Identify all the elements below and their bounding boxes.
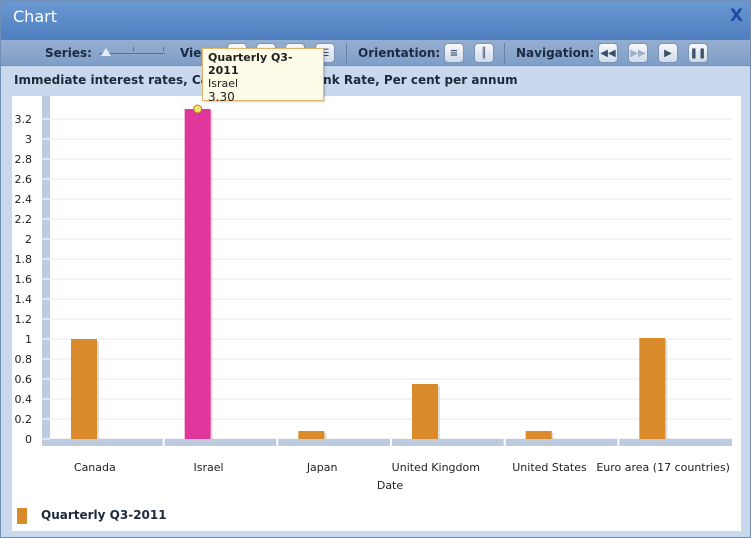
y-tick-label: 3 [25,133,32,146]
chart-window: Chart X Series: View: ▮ ▦ ◍ ☰ Orientatio… [0,0,751,538]
rewind-icon[interactable]: ◀◀ [598,43,618,63]
y-tick-label: 3.2 [15,113,33,126]
y-tick-label: 2.8 [15,153,33,166]
y-tick-label: 1 [25,333,32,346]
x-tick-label: United States [512,461,587,474]
bar [525,431,552,439]
bar-chart: 0 0.2 0.4 0.6 0.8 1 1.2 1.4 1.6 1.8 2 2.2 2.4 2.6 2.8 3… [15,96,732,492]
bar [298,431,325,439]
x-tick-label: Israel [193,461,223,474]
y-tick-label: 0 [25,433,32,446]
x-tick-label: Japan [306,461,338,474]
y-tick-label: 1.4 [15,293,33,306]
tooltip-value: 3.30 [208,90,235,104]
toolbar-divider [346,43,347,64]
series-label: Series: [45,46,92,60]
close-icon[interactable]: X [730,6,743,26]
bar [71,339,97,439]
series-slider-knob[interactable] [101,48,111,56]
play-icon[interactable]: ▶ [658,43,678,63]
legend-label: Quarterly Q3-2011 [41,508,167,522]
vertical-lines-icon[interactable]: ║ [474,43,494,63]
x-tick-label: Canada [74,461,116,474]
y-tick-label: 1.6 [15,273,33,286]
tooltip-category: Israel [208,77,239,90]
data-tooltip: Quarterly Q3-2011 Israel 3.30 [202,48,324,104]
legend-swatch [17,508,27,524]
slider-tick [163,47,164,51]
x-tick-label: Euro area (17 countries) [596,461,730,474]
chart-panel: 0 0.2 0.4 0.6 0.8 1 1.2 1.4 1.6 1.8 2 2.2 2.4 2.6 2.8 3… [12,96,741,531]
y-tick-label: 2.4 [15,193,33,206]
tooltip-series: Quarterly Q3-2011 [208,51,293,77]
y-tick-label: 1.2 [15,313,33,326]
y-tick-label: 0.6 [15,373,33,386]
fast-forward-icon[interactable]: ▶▶ [628,43,648,63]
window-title: Chart [13,7,57,26]
y-tick-label: 2.6 [15,173,33,186]
highlight-marker [193,104,203,114]
y-tick-label: 0.8 [15,353,33,366]
horizontal-lines-icon[interactable]: ≡ [444,43,464,63]
y-tick-label: 0.4 [15,393,33,406]
slider-tick [133,47,134,51]
y-tick-label: 1.8 [15,253,33,266]
y-tick-label: 2 [25,233,32,246]
bar [639,338,666,439]
pause-icon[interactable]: ❚❚ [688,43,708,63]
orientation-label: Orientation: [358,46,441,60]
toolbar-divider [504,43,505,64]
title-bar: Chart X [1,1,750,39]
x-axis-title: Date [377,479,404,492]
y-axis-strip [42,96,50,446]
x-tick-label: United Kingdom [392,461,480,474]
toolbar: Series: View: ▮ ▦ ◍ ☰ Orientation: ≡ ║ N… [1,39,750,66]
y-tick-label: 0.2 [15,413,33,426]
navigation-label: Navigation: [516,46,595,60]
bar [412,384,438,439]
bar [184,109,211,439]
y-tick-label: 2.2 [15,213,33,226]
